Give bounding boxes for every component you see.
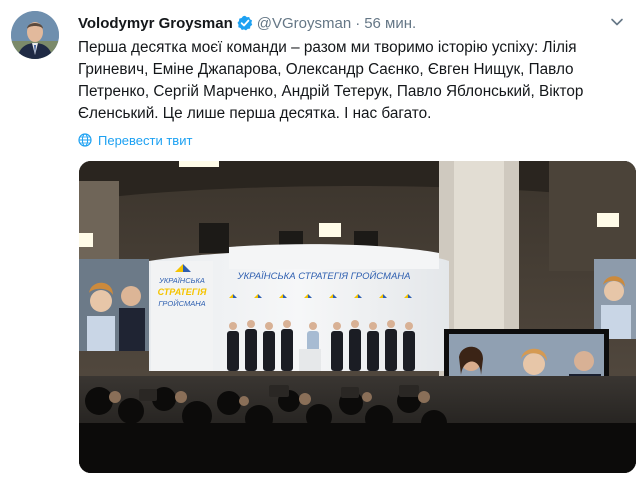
banner-left-line-3: ГРОЙСМАНА — [158, 299, 205, 308]
banner-center-text: УКРАЇНСЬКА СТРАТЕГІЯ ГРОЙСМАНА — [237, 270, 411, 282]
header-separator: · — [355, 14, 361, 32]
translate-label: Перевести твит — [98, 132, 193, 148]
tweet-header: Volodymyr Groysman @VGroysman · 56 мин. — [78, 12, 630, 34]
tweet-media-photo[interactable]: УКРАЇНСЬКА СТРАТЕГІЯ ГРОЙСМАНА УКРАЇНСЬК… — [79, 161, 636, 473]
chevron-down-icon[interactable] — [609, 14, 625, 30]
verified-badge-icon — [237, 15, 253, 31]
tweet[interactable]: Volodymyr Groysman @VGroysman · 56 мин. … — [0, 0, 637, 480]
avatar-photo — [11, 11, 59, 59]
banner-left-line-1: УКРАЇНСЬКА — [158, 276, 205, 285]
tweet-timestamp[interactable]: 56 мин. — [364, 15, 416, 32]
author-handle[interactable]: @VGroysman — [257, 15, 351, 32]
globe-icon — [78, 133, 92, 147]
tweet-text: Перша десятка моєї команди – разом ми тв… — [78, 39, 584, 122]
author-name[interactable]: Volodymyr Groysman — [78, 15, 233, 32]
author-avatar[interactable] — [11, 11, 59, 59]
press-conference-photo: УКРАЇНСЬКА СТРАТЕГІЯ ГРОЙСМАНА УКРАЇНСЬК… — [79, 161, 636, 473]
translate-tweet-link[interactable]: Перевести твит — [78, 131, 192, 149]
banner-left-line-2: СТРАТЕГІЯ — [158, 287, 207, 297]
